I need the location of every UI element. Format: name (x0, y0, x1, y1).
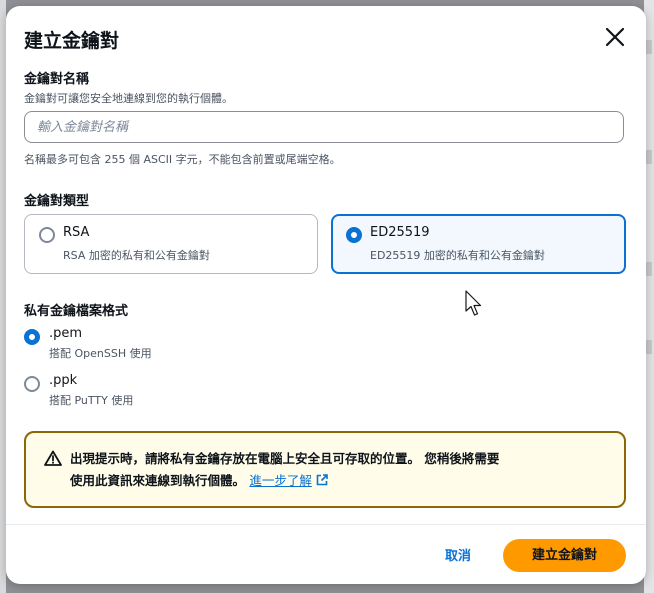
background-mark (646, 150, 652, 164)
mouse-cursor-icon (465, 290, 482, 316)
key-name-constraint: 名稱最多可包含 255 個 ASCII 字元，不能包含前置或尾端空格。 (24, 153, 341, 166)
key-name-description: 金鑰對可讓您安全地連線到您的執行個體。 (24, 92, 233, 105)
key-name-label: 金鑰對名稱 (24, 72, 90, 87)
external-link-icon (316, 474, 328, 486)
close-icon (605, 27, 625, 47)
file-format-label: 私有金鑰檔案格式 (24, 304, 129, 319)
option-description: RSA 加密的私有和公有金鑰對 (63, 249, 210, 262)
radio-button-selected[interactable] (24, 329, 40, 345)
key-type-option-rsa[interactable]: RSA RSA 加密的私有和公有金鑰對 (24, 214, 318, 274)
radio-button-selected[interactable] (346, 227, 362, 243)
alert-line-1: 出現提示時，請將私有金鑰存放在電腦上安全且可存取的位置。 您稍後將需要 (70, 451, 500, 466)
option-description: 搭配 OpenSSH 使用 (49, 347, 152, 360)
key-name-input[interactable] (24, 111, 624, 143)
option-title: .pem (49, 326, 83, 341)
key-type-label: 金鑰對類型 (24, 194, 90, 209)
background-mark (646, 40, 652, 54)
radio-button[interactable] (24, 376, 40, 392)
key-type-option-ed25519[interactable]: ED25519 ED25519 加密的私有和公有金鑰對 (331, 214, 626, 274)
cancel-button[interactable]: 取消 (430, 541, 486, 573)
background-mark (646, 262, 652, 276)
file-format-option-ppk[interactable]: .ppk 搭配 PuTTY 使用 (24, 373, 224, 413)
create-key-pair-button[interactable]: 建立金鑰對 (503, 539, 626, 572)
warning-alert: 出現提示時，請將私有金鑰存放在電腦上安全且可存取的位置。 您稍後將需要 使用此資… (24, 431, 626, 508)
option-title: .ppk (49, 373, 78, 388)
close-button[interactable] (604, 26, 626, 48)
dialog-title: 建立金鑰對 (24, 30, 120, 52)
option-title: ED25519 (370, 225, 430, 240)
option-description: 搭配 PuTTY 使用 (49, 394, 134, 407)
file-format-option-pem[interactable]: .pem 搭配 OpenSSH 使用 (24, 326, 224, 366)
option-description: ED25519 加密的私有和公有金鑰對 (370, 249, 545, 262)
footer-divider (6, 524, 646, 525)
learn-more-link[interactable]: 進一步了解 (249, 473, 328, 488)
option-title: RSA (63, 225, 90, 240)
background-mark (646, 340, 652, 354)
warning-icon (44, 450, 62, 466)
create-key-pair-dialog: 建立金鑰對 金鑰對名稱 金鑰對可讓您安全地連線到您的執行個體。 名稱最多可包含 … (6, 6, 646, 584)
alert-message: 出現提示時，請將私有金鑰存放在電腦上安全且可存取的位置。 您稍後將需要 使用此資… (70, 448, 610, 492)
alert-line-2: 使用此資訊來連線到執行個體。 (70, 473, 246, 488)
learn-more-label: 進一步了解 (249, 473, 312, 488)
radio-button[interactable] (39, 227, 55, 243)
